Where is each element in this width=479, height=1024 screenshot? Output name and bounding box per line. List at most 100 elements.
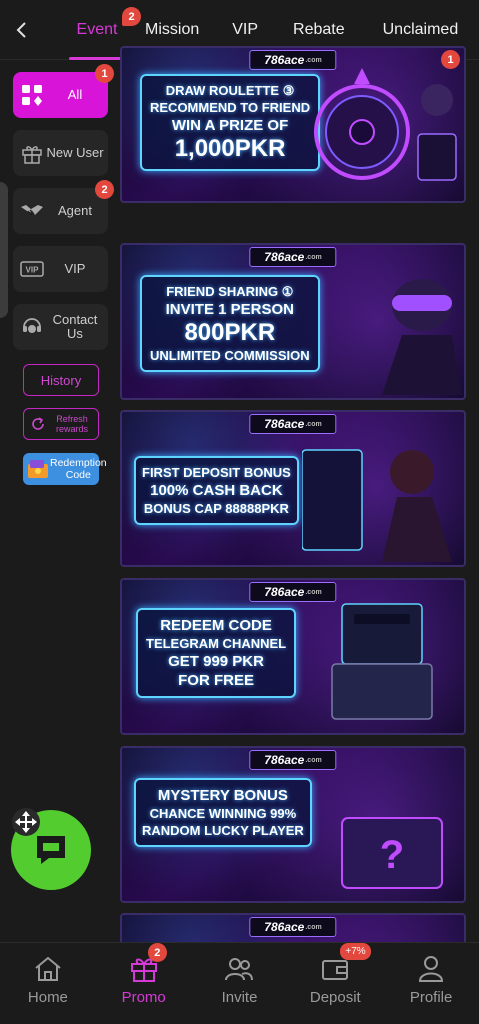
banner-line: MYSTERY BONUS	[157, 787, 288, 804]
logo-suffix: .com	[305, 923, 322, 931]
nav-promo[interactable]: Promo 2	[96, 943, 192, 1024]
banner-text-panel: MYSTERY BONUS CHANCE WINNING 99% RANDOM …	[134, 778, 312, 847]
back-button[interactable]	[8, 16, 36, 44]
treasure-chest-icon	[331, 603, 433, 720]
banner-line: INVITE 1 PERSON	[165, 301, 294, 318]
grid-icon	[18, 81, 46, 109]
brand-logo: 786ace .com	[249, 917, 337, 937]
nav-label: Profile	[409, 989, 453, 1006]
tab-label: VIP	[232, 21, 259, 38]
promo-banner-mystery-bonus[interactable]: 786ace .com MYSTERY BONUS CHANCE WINNING …	[120, 746, 466, 903]
sidebar-item-contact-us[interactable]: Contact Us	[13, 304, 108, 350]
banner-line: BONUS CAP 88888PKR	[143, 501, 289, 516]
coupon-icon	[26, 458, 50, 480]
pilot-character-icon	[382, 279, 462, 395]
character-silhouette-icon	[417, 84, 457, 181]
banner-line: GET 999 PKR	[168, 653, 264, 670]
deposit-bonus-tag: +7%	[340, 943, 371, 960]
sidebar-item-all[interactable]: All 1	[13, 64, 114, 118]
refresh-label: Refresh rewards	[55, 414, 88, 434]
promo-banner-friend-sharing[interactable]: 786ace .com FRIEND SHARING ① INVITE 1 PER…	[120, 243, 466, 400]
svg-text:?: ?	[380, 833, 404, 877]
svg-text:VIP: VIP	[26, 266, 40, 275]
banner-line: FIRST DEPOSIT BONUS	[142, 465, 291, 480]
nav-label: Deposit	[309, 989, 361, 1006]
people-icon	[225, 958, 254, 981]
support-icon	[18, 313, 46, 341]
scroll-indicator[interactable]	[0, 182, 8, 318]
banner-text-panel: FRIEND SHARING ① INVITE 1 PERSON 800PKR …	[140, 275, 320, 372]
banner-line: RANDOM LUCKY PLAYER	[142, 823, 304, 838]
refresh-rewards-button[interactable]: Refresh rewards	[23, 408, 99, 440]
deposit-card-icon	[302, 449, 452, 562]
bottom-navigation: Home Promo 2 Invite Deposit +7% Profile	[0, 942, 479, 1024]
brand-logo: 786ace .com	[249, 247, 337, 267]
logo-text: 786ace	[264, 585, 305, 599]
promotion-list: 786ace .com DRAW ROULETTE ③ RECOMMEND TO …	[120, 44, 466, 942]
logo-text: 786ace	[264, 920, 305, 934]
tab-label: Rebate	[293, 21, 345, 38]
banner-line: 100% CASH BACK	[150, 482, 283, 499]
mystery-box-icon: ?	[341, 817, 443, 889]
banner-line: TELEGRAM CHANNEL	[146, 636, 287, 651]
logo-suffix: .com	[305, 253, 322, 261]
person-icon	[419, 956, 444, 982]
banner-text-panel: REDEEM CODE TELEGRAM CHANNEL GET 999 PKR…	[136, 608, 297, 698]
sidebar-item-label: Agent	[58, 203, 92, 218]
sidebar-item-label: VIP	[64, 261, 86, 276]
banner-line: UNLIMITED COMMISSION	[150, 348, 310, 363]
notification-badge: 2	[147, 943, 167, 962]
promo-banner-redeem-code[interactable]: 786ace .com REDEEM CODE TELEGRAM CHANNEL …	[120, 578, 466, 735]
sidebar-item-vip[interactable]: VIP VIP	[13, 246, 108, 292]
banner-line: 1,000PKR	[174, 135, 286, 162]
logo-text: 786ace	[264, 250, 305, 264]
brand-logo: 786ace .com	[249, 414, 337, 434]
redemption-code-button[interactable]: Redemption Code	[23, 453, 107, 485]
banner-line: FOR FREE	[178, 672, 254, 689]
history-label: History	[40, 372, 82, 388]
banner-line: 800PKR	[184, 319, 276, 346]
promo-banner-roulette[interactable]: 786ace .com DRAW ROULETTE ③ RECOMMEND TO …	[120, 46, 466, 203]
tab-label: Mission	[145, 21, 200, 38]
brand-logo: 786ace .com	[249, 750, 337, 770]
banner-line: CHANCE WINNING 99%	[149, 806, 297, 821]
notification-badge: 1	[95, 64, 114, 83]
drag-move-icon[interactable]	[11, 807, 41, 837]
sidebar-item-label: All	[67, 87, 83, 102]
sidebar-item-label: New User	[46, 145, 104, 160]
tab-label: Event	[76, 21, 118, 38]
nav-home[interactable]: Home	[0, 943, 96, 1024]
banner-line: RECOMMEND TO FRIEND	[150, 100, 311, 115]
logo-suffix: .com	[305, 588, 322, 596]
chevron-left-icon	[16, 22, 26, 38]
history-button[interactable]: History	[23, 364, 99, 396]
handshake-icon	[18, 197, 46, 225]
promo-banner-partial[interactable]: 786ace .com	[120, 913, 466, 942]
promo-banner-first-deposit[interactable]: 786ace .com FIRST DEPOSIT BONUS 100% CASH…	[120, 410, 466, 567]
nav-invite[interactable]: Invite	[192, 943, 288, 1024]
banner-text-panel: FIRST DEPOSIT BONUS 100% CASH BACK BONUS…	[134, 456, 299, 525]
sidebar-item-agent[interactable]: Agent 2	[13, 180, 114, 234]
refresh-icon	[30, 416, 46, 432]
tab-event[interactable]: Event 2	[69, 0, 141, 60]
banner-line: FRIEND SHARING ①	[166, 284, 294, 299]
roulette-wheel-icon	[314, 68, 410, 180]
banner-text-panel: DRAW ROULETTE ③ RECOMMEND TO FRIEND WIN …	[140, 74, 321, 171]
sidebar-item-new-user[interactable]: New User	[13, 130, 108, 176]
nav-label: Invite	[221, 989, 258, 1006]
vip-icon: VIP	[18, 255, 46, 283]
banner-line: WIN A PRIZE OF	[171, 117, 289, 134]
banner-line: DRAW ROULETTE ③	[165, 83, 295, 98]
redeem-label: Redemption Code	[50, 457, 107, 481]
logo-text: 786ace	[264, 417, 305, 431]
logo-text: 786ace	[264, 53, 305, 67]
logo-suffix: .com	[305, 56, 322, 64]
nav-label: Home	[27, 989, 68, 1006]
logo-text: 786ace	[264, 753, 305, 767]
tab-label: Unclaimed	[382, 21, 459, 38]
brand-logo: 786ace .com	[249, 582, 337, 602]
nav-deposit[interactable]: Deposit +7%	[287, 943, 383, 1024]
nav-profile[interactable]: Profile	[383, 943, 479, 1024]
logo-suffix: .com	[305, 420, 322, 428]
sidebar-item-label: Contact Us	[52, 312, 98, 341]
